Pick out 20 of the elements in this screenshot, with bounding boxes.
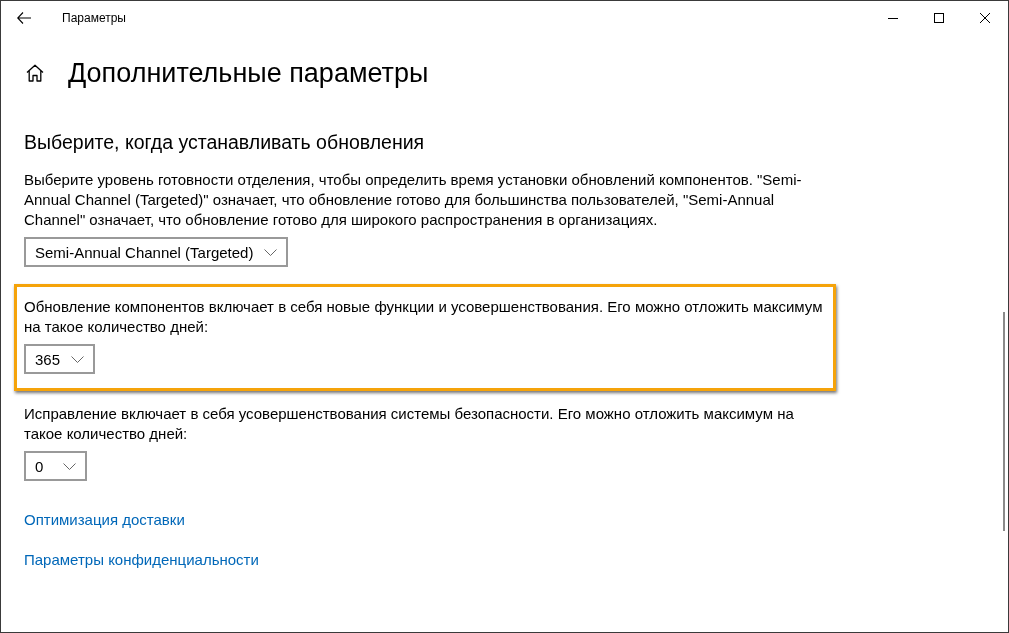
dropdown[interactable]: 0 [24, 451, 87, 481]
scrollbar-thumb[interactable] [1003, 312, 1005, 531]
page-title: Дополнительные параметры [68, 57, 429, 90]
setting-description: Обновление компонентов включает в себя новые функции и усовершенствования. Его можно отложить максимум на такое количество дней: [24, 297, 824, 337]
home-icon[interactable] [26, 64, 44, 82]
section-heading: Выберите, когда устанавливать обновления [24, 130, 425, 155]
setting-description: Выберите уровень готовности отделения, чтобы определить время установки обновлений компонентов. "Semi-Annual Channel (Targeted)" означает, что обновление готово для большинства пользователей, "Semi-Annual Channel" означает, что обновление готово для широкого распространения в организациях. [24, 170, 803, 230]
back-arrow-icon [17, 12, 31, 24]
chevron-down-icon [71, 355, 85, 363]
dropdown[interactable]: 365 [24, 344, 96, 374]
window-title: Параметры [62, 11, 126, 25]
setting-description: Исправление включает в себя усовершенствования системы безопасности. Его можно отложить максимум на такое количество дней: [24, 404, 795, 444]
link[interactable]: Параметры конфиденциальности [24, 550, 259, 570]
link[interactable]: Оптимизация доставки [24, 510, 185, 530]
maximize-icon [934, 13, 944, 23]
minimize-icon [888, 17, 898, 19]
chevron-down-icon [63, 462, 76, 470]
dropdown[interactable]: Semi-Annual Channel (Targeted) [24, 237, 289, 267]
close-icon [980, 13, 990, 23]
chevron-down-icon [264, 248, 278, 256]
